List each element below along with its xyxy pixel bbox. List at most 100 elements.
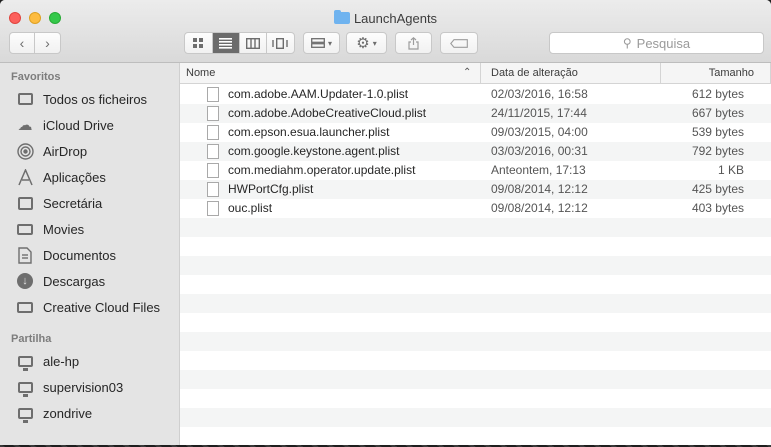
forward-button[interactable]: › <box>35 33 60 53</box>
computer-icon <box>16 352 34 371</box>
file-row[interactable]: com.mediahm.operator.update.plist Anteont… <box>180 161 771 180</box>
sidebar-item-label: iCloud Drive <box>43 117 114 133</box>
file-row[interactable]: com.google.keystone.agent.plist 03/03/201… <box>180 142 771 161</box>
cover-flow-button[interactable] <box>267 33 294 53</box>
file-date: 09/03/2015, 04:00 <box>491 125 588 139</box>
file-size: 667 bytes <box>691 106 744 120</box>
file-name: HWPortCfg.plist <box>228 182 314 196</box>
file-name: com.adobe.AAM.Updater-1.0.plist <box>228 87 409 101</box>
search-placeholder: Pesquisa <box>636 35 691 51</box>
file-size: 425 bytes <box>691 182 744 196</box>
tags-button[interactable] <box>440 32 478 54</box>
columns-icon <box>245 37 260 49</box>
file-name: com.epson.esua.launcher.plist <box>228 125 390 139</box>
sidebar-item-label: Secretária <box>43 195 103 211</box>
document-icon <box>207 144 219 159</box>
share-icon <box>408 36 419 50</box>
file-list: Nome ⌃ Data de alteração Tamanho T com.a… <box>180 63 771 445</box>
document-icon <box>207 125 219 140</box>
search-icon: ⚲ <box>622 36 632 50</box>
file-row[interactable]: com.epson.esua.launcher.plist 09/03/2015,… <box>180 123 771 142</box>
folder-icon <box>333 10 350 24</box>
sidebar-item-applications[interactable]: Aplicações <box>16 166 176 188</box>
navigation-buttons: ‹ › <box>9 32 61 54</box>
sidebar-item-label: Descargas <box>43 273 106 289</box>
sidebar-item-supervision03[interactable]: supervision03 <box>16 376 176 398</box>
sidebar-item-label: ale-hp <box>43 353 80 369</box>
sidebar-item-label: zondrive <box>43 405 93 421</box>
file-name: ouc.plist <box>228 201 273 215</box>
file-size: 792 bytes <box>691 144 744 158</box>
file-row[interactable]: com.adobe.AAM.Updater-1.0.plist 02/03/201… <box>180 85 771 104</box>
column-header-size[interactable]: Tamanho <box>660 63 771 83</box>
chevron-right-icon: › <box>45 35 50 51</box>
column-header-bar: Nome ⌃ Data de alteração Tamanho T <box>180 63 771 84</box>
sidebar-item-label: Aplicações <box>43 169 106 185</box>
action-button[interactable]: ⚙ ▾ <box>346 32 387 54</box>
chevron-down-icon: ▾ <box>372 38 377 48</box>
icon-view-button[interactable] <box>185 33 213 53</box>
sidebar-item-airdrop[interactable]: AirDrop <box>16 140 176 162</box>
file-name: com.google.keystone.agent.plist <box>228 144 400 158</box>
window-title-text: LaunchAgents <box>353 11 438 26</box>
arrange-icon <box>311 38 325 48</box>
file-name: com.adobe.AdobeCreativeCloud.plist <box>228 106 427 120</box>
cover-flow-icon <box>272 37 288 49</box>
file-date: 24/11/2015, 17:44 <box>491 106 587 120</box>
window-title: LaunchAgents <box>0 10 771 28</box>
sidebar-item-label: supervision03 <box>43 379 124 395</box>
arrange-button[interactable]: ▾ <box>303 32 340 54</box>
gear-icon: ⚙ <box>356 35 370 52</box>
sidebar-item-label: Todos os ficheiros <box>43 91 148 107</box>
list-view-button[interactable] <box>212 33 240 53</box>
sidebar-item-movies[interactable]: Movies <box>16 218 176 240</box>
file-size: 612 bytes <box>691 87 744 101</box>
column-header-date[interactable]: Data de alteração <box>480 63 660 83</box>
file-date: 02/03/2016, 16:58 <box>491 87 588 101</box>
document-icon <box>207 163 219 178</box>
sidebar-item-all-files[interactable]: Todos os ficheiros <box>16 88 176 110</box>
folder-icon <box>16 220 34 238</box>
document-icon <box>207 106 219 121</box>
sidebar: Favoritos Todos os ficheiros ☁ iCloud Dr… <box>0 63 180 445</box>
file-size: 1 KB <box>717 163 744 177</box>
computer-icon <box>16 378 34 397</box>
column-view-button[interactable] <box>240 33 267 53</box>
search-field[interactable]: ⚲ Pesquisa <box>549 32 764 54</box>
finder-window: LaunchAgents ‹ › ▾ ⚙ ▾ ⚲ Pesquisa Favori… <box>0 0 771 445</box>
sidebar-item-creative-cloud-files[interactable]: Creative Cloud Files <box>16 296 176 318</box>
sidebar-item-label: Movies <box>43 221 85 237</box>
file-size: 403 bytes <box>691 201 744 215</box>
sidebar-item-documents[interactable]: Documentos <box>16 244 176 266</box>
column-header-name[interactable]: Nome <box>186 63 480 83</box>
sidebar-item-zondrive[interactable]: zondrive <box>16 402 176 424</box>
sidebar-item-downloads[interactable]: ↓ Descargas <box>16 270 176 292</box>
list-icon <box>219 37 233 49</box>
sidebar-item-icloud-drive[interactable]: ☁ iCloud Drive <box>16 114 176 136</box>
sidebar-item-desktop[interactable]: Secretária <box>16 192 176 214</box>
sidebar-heading-favorites: Favoritos <box>11 71 61 83</box>
back-button[interactable]: ‹ <box>10 33 36 53</box>
document-icon <box>207 87 219 102</box>
sidebar-item-ale-hp[interactable]: ale-hp <box>16 350 176 372</box>
chevron-down-icon: ▾ <box>327 38 332 48</box>
downloads-icon: ↓ <box>16 272 34 290</box>
applications-icon <box>16 168 34 186</box>
column-header-size-label: Tamanho <box>708 67 754 79</box>
file-row[interactable]: ouc.plist 09/08/2014, 12:12 403 bytes <box>180 199 771 218</box>
cloud-icon: ☁ <box>17 117 33 134</box>
share-button[interactable] <box>395 32 432 54</box>
sidebar-item-label: Creative Cloud Files <box>43 299 161 315</box>
all-files-icon <box>16 90 34 108</box>
grid-icon <box>192 37 203 48</box>
document-icon <box>207 182 219 197</box>
sidebar-item-label: Documentos <box>43 247 116 263</box>
file-row[interactable]: com.adobe.AdobeCreativeCloud.plist 24/11/… <box>180 104 771 123</box>
file-row[interactable]: HWPortCfg.plist 09/08/2014, 12:12 425 byte… <box>180 180 771 199</box>
file-name: com.mediahm.operator.update.plist <box>228 163 416 177</box>
airdrop-icon <box>16 142 34 160</box>
file-date: 03/03/2016, 00:31 <box>491 144 588 158</box>
file-rows: com.adobe.AAM.Updater-1.0.plist 02/03/201… <box>180 85 771 218</box>
sort-ascending-icon: ⌃ <box>463 67 472 78</box>
sidebar-heading-shared: Partilha <box>11 333 52 345</box>
